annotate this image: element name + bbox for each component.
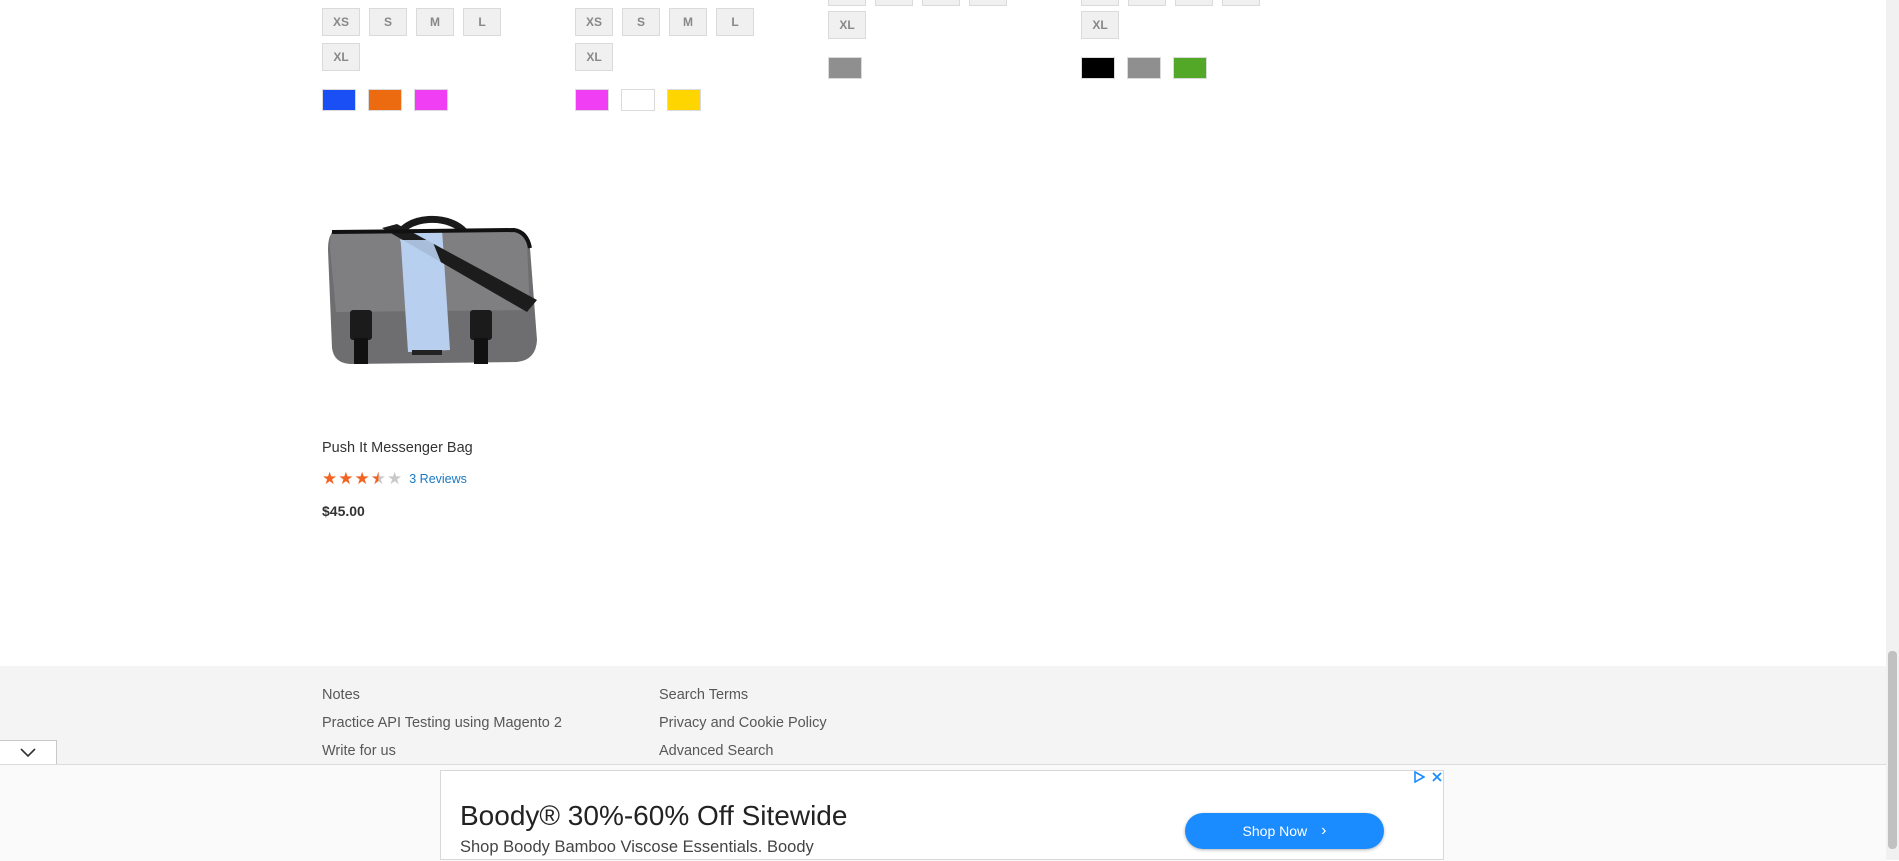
ad-collapse-button[interactable] xyxy=(0,740,57,764)
product-image[interactable] xyxy=(322,200,544,380)
ad-controls xyxy=(1413,771,1443,783)
color-swatch-orange[interactable] xyxy=(368,89,402,111)
color-swatch-gray[interactable] xyxy=(828,57,862,79)
product-name-link[interactable]: Push It Messenger Bag xyxy=(322,440,473,456)
chevron-down-icon xyxy=(20,747,36,757)
color-swatch-purple[interactable] xyxy=(575,89,609,111)
size-swatch-cut[interactable] xyxy=(828,0,866,6)
product-rating: ★ ★ ★ ★ ★ 3 Reviews xyxy=(322,470,467,487)
size-swatch-cut[interactable] xyxy=(1222,0,1260,6)
size-swatch-xl[interactable]: XL xyxy=(828,11,866,39)
size-swatch-s[interactable]: S xyxy=(622,8,660,36)
product-price: $45.00 xyxy=(322,503,365,519)
ad-headline[interactable]: Boody® 30%-60% Off Sitewide xyxy=(460,800,847,832)
size-swatch-m[interactable]: M xyxy=(416,8,454,36)
ad-shop-now-button[interactable]: Shop Now › xyxy=(1185,813,1384,849)
size-swatch-xl[interactable]: XL xyxy=(322,43,360,71)
color-swatch-black[interactable] xyxy=(1081,57,1115,79)
size-swatch-xl[interactable]: XL xyxy=(1081,11,1119,39)
size-swatch-l[interactable]: L xyxy=(716,8,754,36)
star-icon: ★ xyxy=(322,469,338,488)
color-swatch-purple[interactable] xyxy=(414,89,448,111)
size-swatch-cut[interactable] xyxy=(875,0,913,6)
chevron-right-icon: › xyxy=(1321,822,1327,839)
color-swatch-green[interactable] xyxy=(1173,57,1207,79)
size-swatch-cut[interactable] xyxy=(969,0,1007,6)
color-swatch-gray[interactable] xyxy=(1127,57,1161,79)
half-star-icon: ★ xyxy=(370,469,386,488)
size-swatch-xs[interactable]: XS xyxy=(575,8,613,36)
size-swatch-cut[interactable] xyxy=(1128,0,1166,6)
footer-link-write-for-us[interactable]: Write for us xyxy=(322,743,396,759)
size-swatch-cut[interactable] xyxy=(922,0,960,6)
size-swatch-cut[interactable] xyxy=(1081,0,1119,6)
reviews-link[interactable]: 3 Reviews xyxy=(409,472,467,486)
ad-subtext[interactable]: Shop Boody Bamboo Viscose Essentials. Bo… xyxy=(460,838,814,857)
size-swatch-cut[interactable] xyxy=(1175,0,1213,6)
size-swatch-m[interactable]: M xyxy=(669,8,707,36)
rating-stars: ★ ★ ★ ★ ★ xyxy=(322,470,403,487)
star-icon: ★ xyxy=(354,469,370,488)
ad-cta-label: Shop Now xyxy=(1242,823,1308,839)
star-empty-icon: ★ xyxy=(387,469,403,488)
footer-link-practice-api[interactable]: Practice API Testing using Magento 2 xyxy=(322,715,562,731)
messenger-bag-image xyxy=(328,215,537,364)
footer-link-advanced-search[interactable]: Advanced Search xyxy=(659,743,773,759)
footer-link-search-terms[interactable]: Search Terms xyxy=(659,687,748,703)
color-swatch-yellow[interactable] xyxy=(667,89,701,111)
footer-link-privacy-policy[interactable]: Privacy and Cookie Policy xyxy=(659,715,827,731)
color-swatch-white[interactable] xyxy=(621,89,655,111)
close-icon[interactable] xyxy=(1431,771,1443,783)
size-swatch-s[interactable]: S xyxy=(369,8,407,36)
footer-link-notes[interactable]: Notes xyxy=(322,687,360,703)
color-swatch-blue[interactable] xyxy=(322,89,356,111)
size-swatch-xs[interactable]: XS xyxy=(322,8,360,36)
size-swatch-l[interactable]: L xyxy=(463,8,501,36)
size-swatch-xl[interactable]: XL xyxy=(575,43,613,71)
star-icon: ★ xyxy=(338,469,354,488)
ad-choices-icon[interactable] xyxy=(1413,771,1425,783)
scrollbar-thumb[interactable] xyxy=(1888,651,1897,849)
